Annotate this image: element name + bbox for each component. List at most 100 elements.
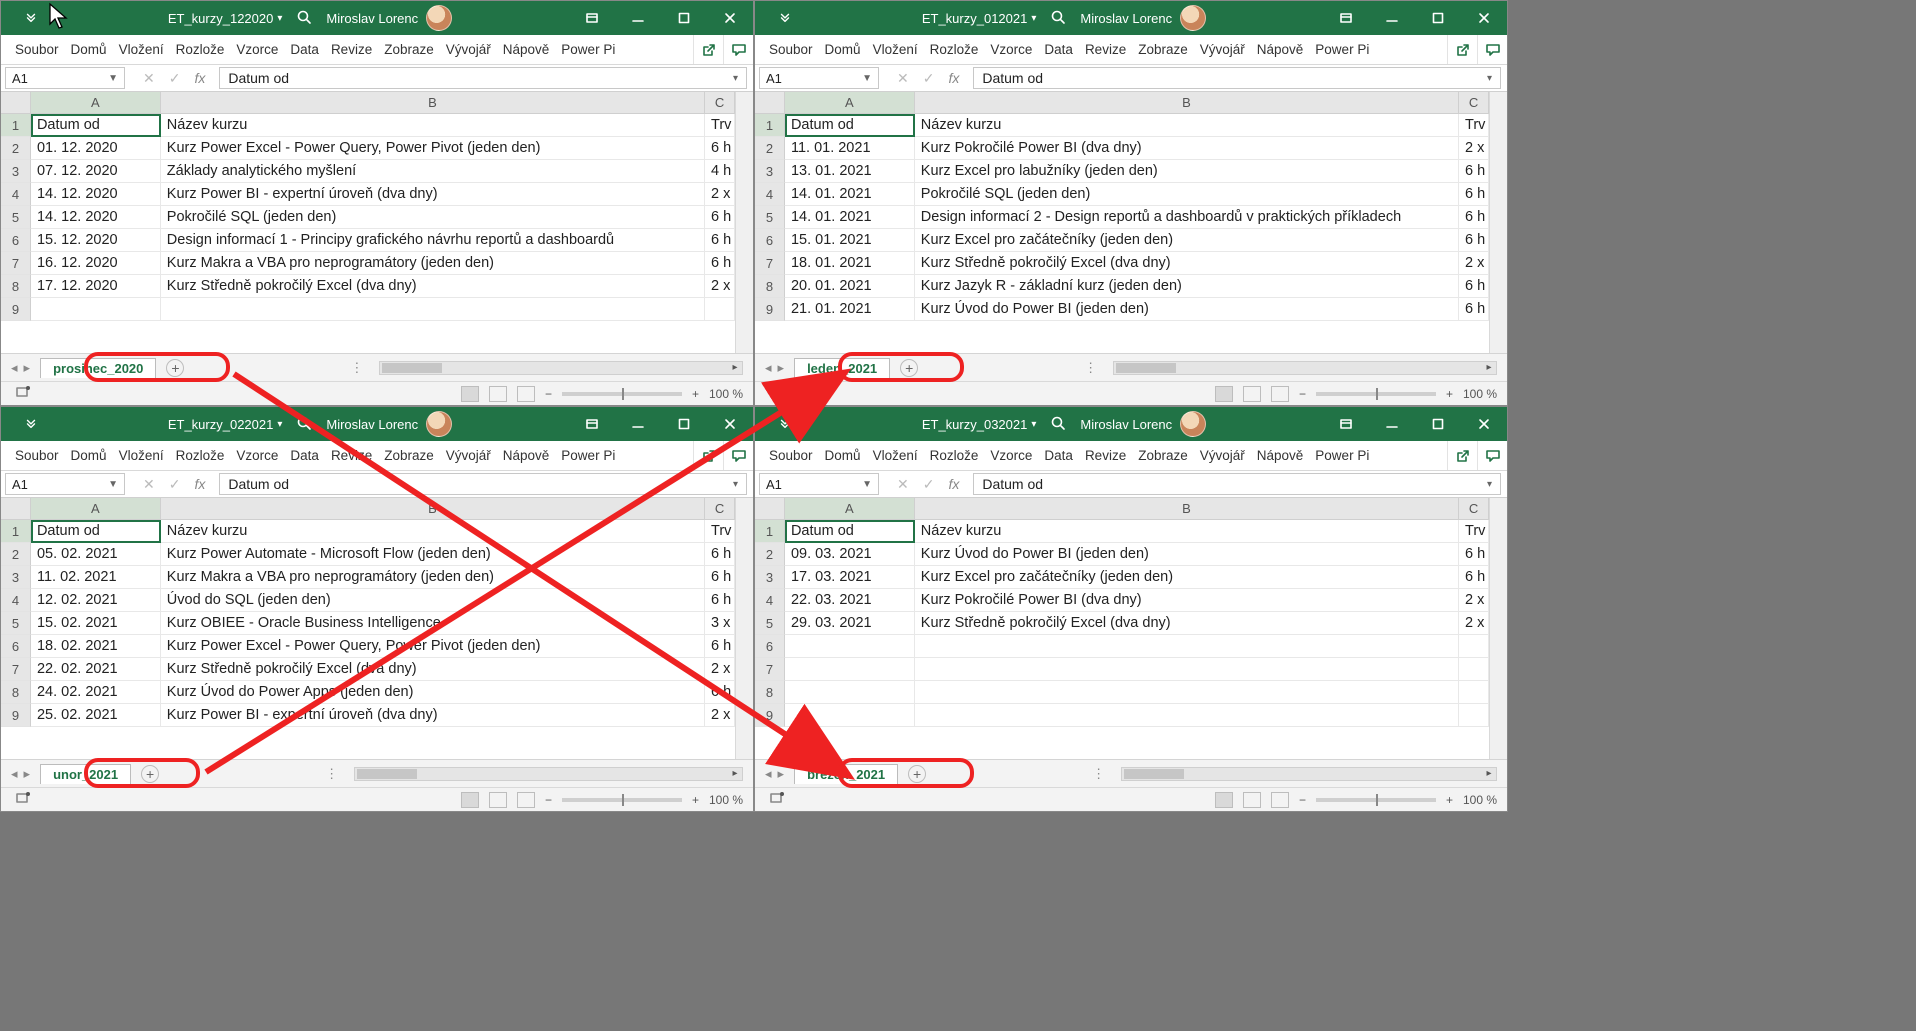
zoom-level[interactable]: 100 % [709,387,743,401]
cell[interactable]: 6 h [1459,160,1489,183]
row-header[interactable]: 2 [755,543,785,566]
cancel-formula-icon[interactable]: ✕ [143,70,155,87]
cell[interactable]: Název kurzu [161,114,705,137]
cell[interactable] [161,298,705,321]
cell[interactable]: 05. 02. 2021 [31,543,161,566]
row-header[interactable]: 6 [755,635,785,658]
ribbon-tab-nápově[interactable]: Nápově [497,42,556,57]
row-header[interactable]: 6 [1,229,31,252]
ribbon-tab-vývojář[interactable]: Vývojář [1194,42,1251,57]
scroll-right-icon[interactable]: ▸ [728,768,742,780]
sheet-tab[interactable]: leden_2021 [794,358,890,378]
zoom-in-button[interactable]: + [692,793,699,807]
ribbon-tab-revize[interactable]: Revize [325,448,378,463]
ribbon-tab-data[interactable]: Data [284,42,325,57]
search-icon[interactable] [296,415,312,434]
vertical-scrollbar[interactable] [1489,92,1507,353]
cell[interactable]: 14. 01. 2021 [785,183,915,206]
view-page-break-button[interactable] [1271,386,1289,402]
view-normal-button[interactable] [461,386,479,402]
cell[interactable]: 17. 03. 2021 [785,566,915,589]
ribbon-tab-zobraze[interactable]: Zobraze [378,42,440,57]
col-header-C[interactable]: C [705,92,735,113]
row-header[interactable]: 9 [1,298,31,321]
cell[interactable]: Trv [1459,114,1489,137]
cell[interactable]: Pokročilé SQL (jeden den) [915,183,1459,206]
cell[interactable]: Datum od [31,114,161,137]
cell[interactable]: 14. 01. 2021 [785,206,915,229]
cell[interactable]: Trv [705,114,735,137]
fx-icon[interactable]: fx [194,476,205,492]
ribbon-tab-revize[interactable]: Revize [1079,42,1132,57]
cell[interactable]: Základy analytického myšlení [161,160,705,183]
view-page-break-button[interactable] [517,386,535,402]
sheet-nav-prev-icon[interactable]: ◂ [11,360,18,376]
ribbon-tab-domů[interactable]: Domů [65,42,113,57]
share-button[interactable] [693,441,723,471]
maximize-button[interactable] [661,407,707,441]
ribbon-tab-data[interactable]: Data [284,448,325,463]
fx-icon[interactable]: fx [194,70,205,86]
cell[interactable]: Datum od [785,114,915,137]
zoom-level[interactable]: 100 % [1463,793,1497,807]
comments-button[interactable] [723,35,753,65]
new-sheet-button[interactable]: + [141,765,159,783]
cell[interactable]: 18. 01. 2021 [785,252,915,275]
row-header[interactable]: 4 [755,183,785,206]
ribbon-tab-vzorce[interactable]: Vzorce [230,448,284,463]
user-account[interactable]: Miroslav Lorenc [326,411,452,437]
zoom-out-button[interactable]: − [545,793,552,807]
ribbon-tab-vložení[interactable]: Vložení [867,448,924,463]
minimize-button[interactable] [1369,407,1415,441]
cell[interactable]: Kurz Power BI - expertní úroveň (dva dny… [161,704,705,727]
expand-formula-icon[interactable]: ▾ [1487,479,1492,490]
ribbon-tab-nápově[interactable]: Nápově [1251,42,1310,57]
user-account[interactable]: Miroslav Lorenc [326,5,452,31]
cell[interactable]: 25. 02. 2021 [31,704,161,727]
view-page-layout-button[interactable] [489,792,507,808]
record-macro-icon[interactable] [15,384,31,403]
row-header[interactable]: 2 [1,543,31,566]
cell[interactable]: 15. 01. 2021 [785,229,915,252]
name-box[interactable]: A1 ▼ [5,67,125,89]
row-header[interactable]: 5 [1,612,31,635]
row-header[interactable]: 4 [1,183,31,206]
enter-formula-icon[interactable]: ✓ [923,70,935,87]
row-header[interactable]: 1 [755,520,785,543]
sheet-nav-prev-icon[interactable]: ◂ [765,360,772,376]
cell[interactable]: Kurz Power BI - expertní úroveň (dva dny… [161,183,705,206]
cell[interactable] [785,681,915,704]
scroll-right-icon[interactable]: ▸ [1482,362,1496,374]
scroll-thumb[interactable] [1116,363,1176,373]
cell[interactable] [785,704,915,727]
cell[interactable]: Kurz OBIEE - Oracle Business Intelligenc… [161,612,705,635]
row-header[interactable]: 3 [1,160,31,183]
share-button[interactable] [1447,441,1477,471]
user-account[interactable]: Miroslav Lorenc [1080,5,1206,31]
row-header[interactable]: 2 [1,137,31,160]
record-macro-icon[interactable] [15,790,31,809]
cell[interactable]: Kurz Středně pokročilý Excel (dva dny) [915,612,1459,635]
row-header[interactable]: 4 [1,589,31,612]
cell[interactable] [785,635,915,658]
row-header[interactable]: 1 [1,114,31,137]
new-sheet-button[interactable]: + [900,359,918,377]
col-header-B[interactable]: B [161,498,705,519]
ribbon-tab-power pi[interactable]: Power Pi [1309,448,1375,463]
cell[interactable]: 15. 12. 2020 [31,229,161,252]
ribbon-display-button[interactable] [569,1,615,35]
row-header[interactable]: 6 [755,229,785,252]
row-header[interactable]: 5 [755,612,785,635]
ribbon-tab-vzorce[interactable]: Vzorce [230,42,284,57]
cell[interactable]: 2 x [705,183,735,206]
cell[interactable]: 14. 12. 2020 [31,206,161,229]
name-box[interactable]: A1 ▼ [5,473,125,495]
cell[interactable]: 6 h [705,589,735,612]
horizontal-scrollbar[interactable]: ◂ ▸ [379,361,743,375]
quick-access-more-icon[interactable] [24,416,38,433]
cell[interactable] [1459,681,1489,704]
maximize-button[interactable] [1415,407,1461,441]
col-header-C[interactable]: C [705,498,735,519]
ribbon-display-button[interactable] [1323,1,1369,35]
ribbon-tab-revize[interactable]: Revize [1079,448,1132,463]
